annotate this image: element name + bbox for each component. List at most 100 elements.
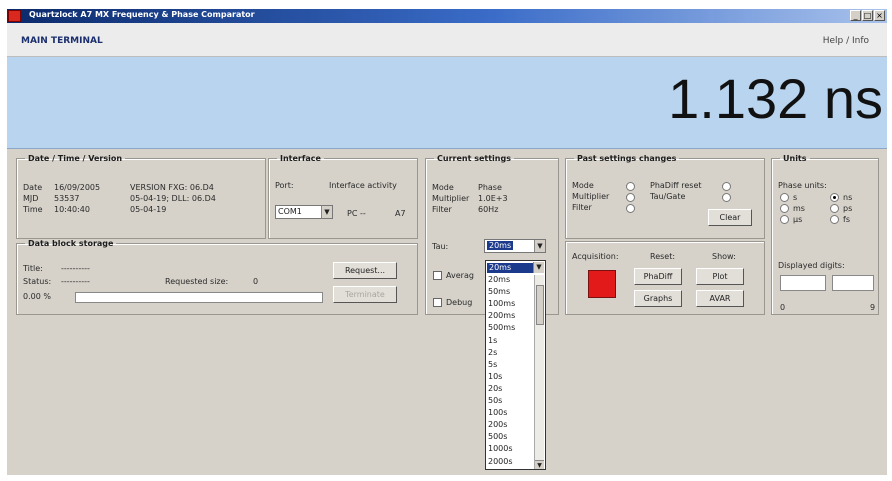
unit-us-radio[interactable] [780, 215, 789, 224]
scrollbar-thumb[interactable] [536, 285, 544, 325]
past-mode-indicator [626, 182, 635, 191]
acquisition-toggle-button[interactable] [588, 270, 616, 298]
terminate-button[interactable]: Terminate [333, 286, 397, 303]
title-bar: Quartzlock A7 MX Frequency & Phase Compa… [7, 9, 887, 23]
unit-ns-radio[interactable] [830, 193, 839, 202]
phadiff-reset-indicator [722, 182, 731, 191]
digits-slider-right[interactable] [832, 275, 874, 291]
unit-ms-label: ms [793, 204, 805, 213]
past-settings-legend: Past settings changes [577, 154, 677, 163]
digits-max-label: 9 [870, 303, 876, 312]
reset-label: Reset: [650, 252, 676, 261]
status-label: Status: [23, 277, 52, 286]
mjd-label: MJD [23, 194, 39, 203]
interface-legend: Interface [280, 154, 321, 163]
request-button[interactable]: Request... [333, 262, 397, 279]
title-value: ---------- [61, 264, 90, 273]
tau-option[interactable]: 100s [488, 408, 507, 418]
tau-option[interactable]: 50s [488, 396, 502, 406]
displayed-digits-label: Displayed digits: [778, 261, 845, 270]
chevron-down-icon[interactable]: ▼ [534, 240, 545, 252]
unit-s-label: s [793, 193, 798, 202]
debug-label: Debug [446, 298, 473, 307]
tau-option[interactable]: 10s [488, 372, 502, 382]
show-label: Show: [712, 252, 736, 261]
tau-option[interactable]: 20ms [488, 275, 510, 285]
measurement-value: 1.132 ns [668, 67, 883, 130]
minimize-button[interactable]: _ [850, 10, 861, 21]
version-line-1: VERSION FXG: 06.D4 [130, 183, 214, 192]
tau-option[interactable]: 1s [488, 336, 497, 346]
maximize-button[interactable]: □ [862, 10, 873, 21]
units-group: Units Phase units: s ns ms ps µs fs Disp… [771, 154, 879, 315]
mode-label: Mode [432, 183, 454, 192]
tau-option[interactable]: 50ms [488, 287, 510, 297]
plot-button[interactable]: Plot [696, 268, 744, 285]
tau-option[interactable]: 20s [488, 384, 502, 394]
graphs-reset-button[interactable]: Graphs [634, 290, 682, 307]
status-value: ---------- [61, 277, 90, 286]
unit-fs-label: fs [843, 215, 850, 224]
version-line-2: 05-04-19; DLL: 06.D4 [130, 194, 216, 203]
phadiff-reset-button[interactable]: PhaDiff [634, 268, 682, 285]
tau-option[interactable]: 2000s [488, 457, 513, 467]
window-title: Quartzlock A7 MX Frequency & Phase Compa… [29, 10, 255, 19]
avar-button[interactable]: AVAR [696, 290, 744, 307]
filter-label: Filter [432, 205, 452, 214]
interface-activity-label: Interface activity [329, 181, 397, 190]
close-button[interactable]: × [874, 10, 885, 21]
port-label: Port: [275, 181, 294, 190]
tau-option[interactable]: 200s [488, 420, 507, 430]
chevron-down-icon[interactable]: ▼ [321, 206, 332, 218]
port-select-value: COM1 [278, 207, 302, 216]
menu-bar: MAIN TERMINAL Help / Info [7, 23, 887, 57]
unit-fs-radio[interactable] [830, 215, 839, 224]
unit-ns-label: ns [843, 193, 853, 202]
title-label: Title: [23, 264, 43, 273]
tau-option[interactable]: 100ms [488, 299, 515, 309]
multiplier-label: Multiplier [432, 194, 470, 203]
version-line-3: 05-04-19 [130, 205, 167, 214]
date-time-version-legend: Date / Time / Version [28, 154, 123, 163]
unit-us-label: µs [793, 215, 803, 224]
digits-slider-left[interactable] [780, 275, 826, 291]
past-multiplier-label: Multiplier [572, 192, 610, 201]
past-filter-label: Filter [572, 203, 592, 212]
filter-value: 60Hz [478, 205, 499, 214]
tau-option[interactable]: 5s [488, 360, 497, 370]
main-terminal-label[interactable]: MAIN TERMINAL [21, 36, 103, 46]
chevron-down-icon[interactable]: ▼ [533, 262, 544, 273]
tau-dropdown-current[interactable]: 20ms [487, 263, 533, 273]
app-icon [8, 10, 21, 22]
help-info-link[interactable]: Help / Info [823, 36, 869, 46]
tau-option[interactable]: 1000s [488, 444, 513, 454]
phase-units-label: Phase units: [778, 181, 827, 190]
data-block-storage-legend: Data block storage [28, 239, 114, 248]
scroll-down-icon[interactable]: ▼ [535, 460, 544, 469]
unit-s-radio[interactable] [780, 193, 789, 202]
clear-button[interactable]: Clear [708, 209, 752, 226]
tau-gate-indicator [722, 193, 731, 202]
acquisition-label: Acquisition: [572, 252, 619, 261]
tau-option[interactable]: 200ms [488, 311, 515, 321]
unit-ps-radio[interactable] [830, 204, 839, 213]
measurement-display: 1.132 ns [7, 57, 887, 149]
mjd-value: 53537 [54, 194, 80, 203]
past-settings-group: Past settings changes Mode Multiplier Fi… [565, 154, 765, 239]
pc-label: PC -- [347, 209, 366, 218]
tau-select[interactable]: 20ms ▼ [484, 239, 546, 253]
tau-option[interactable]: 500ms [488, 323, 515, 333]
averaging-label: Averag [446, 271, 474, 280]
dropdown-scrollbar[interactable]: ▼ [534, 275, 544, 469]
tau-option[interactable]: 500s [488, 432, 507, 442]
requested-size-label: Requested size: [165, 277, 229, 286]
tau-option[interactable]: 2s [488, 348, 497, 358]
progress-text: 0.00 % [23, 292, 51, 301]
averaging-checkbox[interactable] [433, 271, 442, 280]
unit-ms-radio[interactable] [780, 204, 789, 213]
data-block-storage-group: Data block storage Title: ---------- Sta… [16, 239, 418, 315]
debug-checkbox[interactable] [433, 298, 442, 307]
date-time-version-group: Date / Time / Version Date 16/09/2005 MJ… [16, 154, 266, 239]
port-select[interactable]: COM1 ▼ [275, 205, 333, 219]
tau-dropdown-list[interactable]: 20ms ▼ 20ms 50ms 100ms 200ms 500ms 1s 2s 5s 10s 2… [485, 260, 546, 470]
